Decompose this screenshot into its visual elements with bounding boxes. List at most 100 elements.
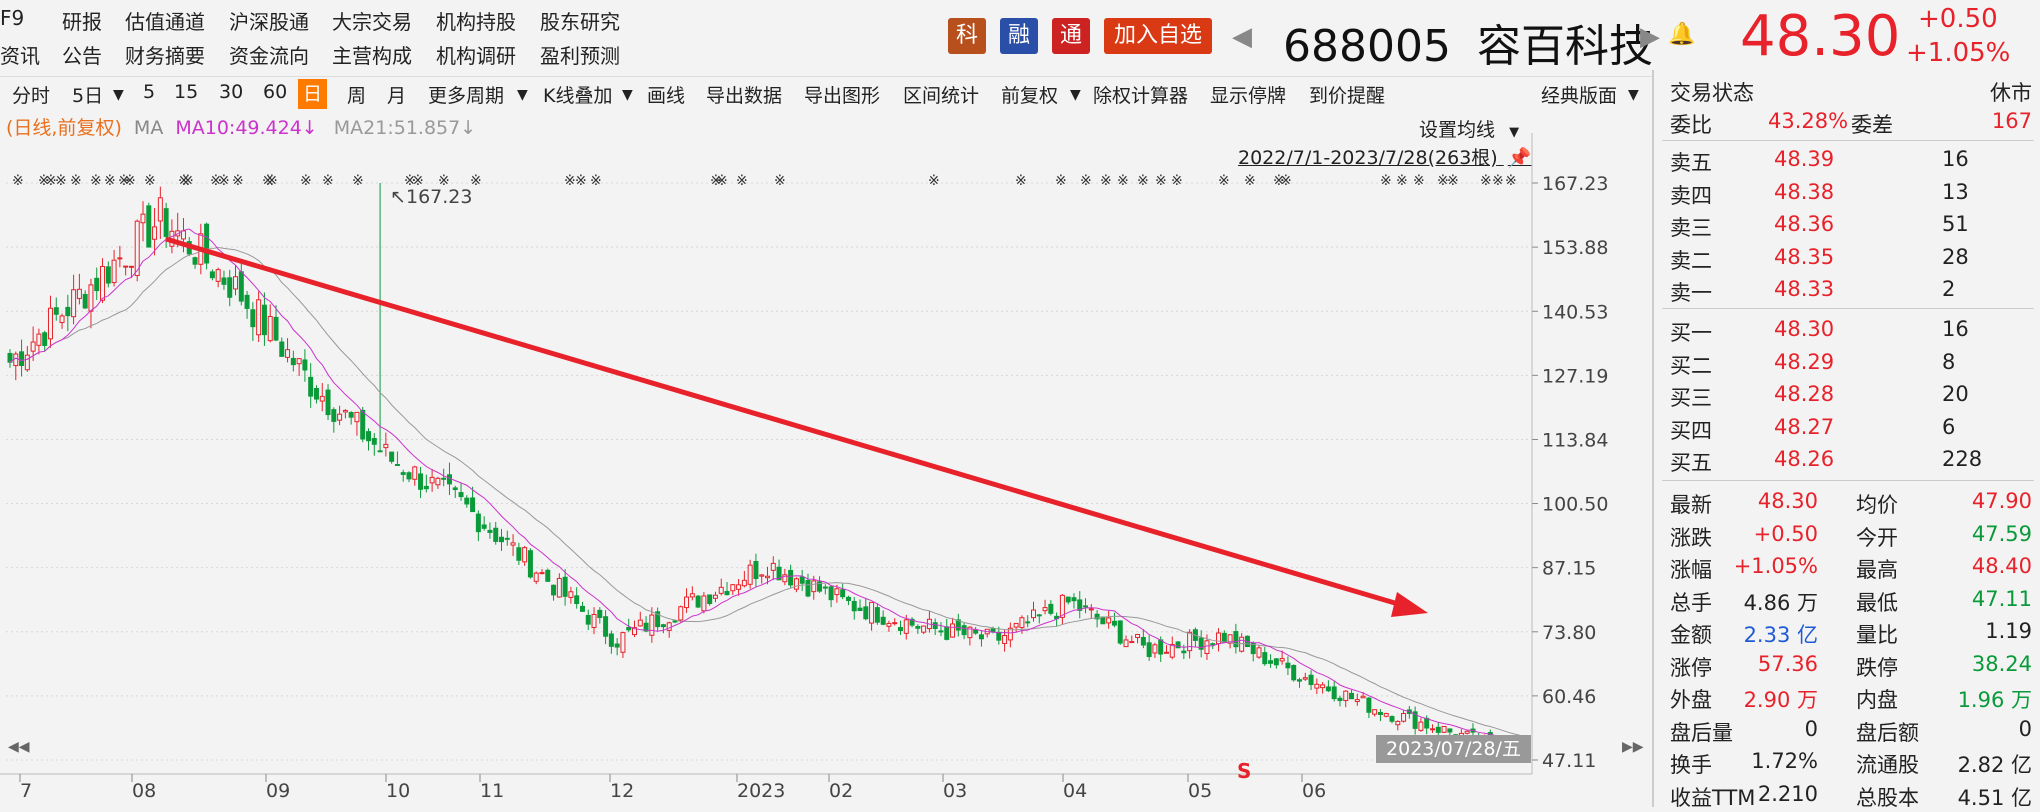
candle-body	[1169, 644, 1175, 658]
candle-body	[539, 572, 545, 575]
scroll-left-icon[interactable]: ◀◀	[8, 739, 30, 755]
nav-hk-connect[interactable]: 沪深股通	[229, 6, 309, 35]
draw-line-button[interactable]: 画线	[647, 81, 685, 108]
nav-fund-flow[interactable]: 资金流向	[229, 40, 309, 69]
candle-body	[689, 593, 695, 598]
candle-body	[1048, 603, 1054, 614]
connect-tag[interactable]: 通	[1052, 18, 1090, 54]
nav-inst-research[interactable]: 机构调研	[436, 40, 516, 69]
candle-body	[227, 277, 233, 298]
prev-stock-icon[interactable]: ◀	[1232, 22, 1252, 52]
nav-f9[interactable]: F9	[0, 6, 24, 30]
chevron-down-icon[interactable]: ▼	[622, 87, 633, 103]
stat-value: 48.40	[1971, 554, 2032, 578]
trade-status-value: 休市	[1990, 81, 2032, 105]
date-range-label[interactable]: 2022/7/1-2023/7/28(263根) 📌	[1238, 143, 1531, 170]
ask-row: 卖一 48.33 2	[1654, 274, 2040, 306]
price-alert-button[interactable]: 到价提醒	[1309, 81, 1385, 108]
stat-value: 1.96 万	[1957, 688, 2032, 712]
tab-monthly[interactable]: 月	[387, 81, 406, 108]
nav-block-trade[interactable]: 大宗交易	[332, 6, 412, 35]
candle-body	[736, 584, 742, 590]
add-watchlist-button[interactable]: 加入自选	[1104, 18, 1212, 54]
tab-15min[interactable]: 15	[174, 81, 198, 103]
tab-5day[interactable]: 5日	[72, 81, 103, 108]
stat-value: 2.210	[1757, 781, 1818, 806]
chevron-down-icon[interactable]: ▼	[113, 87, 124, 103]
candle-body	[285, 349, 291, 358]
event-marker-icon: ※	[1396, 173, 1408, 189]
candle-body	[1065, 596, 1071, 603]
candle-body	[556, 577, 562, 598]
candle-body	[418, 473, 424, 490]
legend-mode: (日线,前复权)	[6, 117, 122, 139]
candle-body	[626, 626, 632, 631]
bell-icon[interactable]: 🔔	[1668, 22, 1695, 47]
legend-ma21: MA21:51.857↓	[333, 117, 477, 139]
tab-30min[interactable]: 30	[219, 81, 243, 103]
candle-body	[204, 223, 210, 264]
nav-research[interactable]: 研报	[62, 6, 102, 35]
nav-announcement[interactable]: 公告	[62, 40, 102, 69]
nav-shareholder[interactable]: 股东研究	[540, 6, 620, 35]
candle-body	[47, 307, 53, 340]
next-stock-icon[interactable]: ▶	[1640, 22, 1660, 52]
candle-body	[753, 560, 759, 580]
tab-5min[interactable]: 5	[143, 81, 155, 103]
ma-setting-button[interactable]: 设置均线 ▼	[1419, 115, 1519, 142]
nav-financial[interactable]: 财务摘要	[125, 40, 205, 69]
candle-body	[1325, 686, 1331, 692]
candle-body	[1302, 677, 1308, 680]
forward-adjust-menu[interactable]: 前复权	[1001, 81, 1058, 108]
candle-body	[973, 629, 979, 634]
candle-body	[799, 576, 805, 584]
export-data-button[interactable]: 导出数据	[706, 81, 782, 108]
event-marker-icon: ※	[1137, 173, 1149, 189]
event-marker-icon: ※	[218, 173, 230, 189]
chevron-down-icon[interactable]: ▼	[517, 87, 528, 103]
chevron-down-icon[interactable]: ▼	[1628, 87, 1639, 103]
kline-chart[interactable]: 167.23 153.88 140.53 127.19 113.84 100.50 87.1…	[0, 113, 1652, 807]
event-marker-icon: ※	[300, 173, 312, 189]
export-image-button[interactable]: 导出图形	[804, 81, 880, 108]
tab-intraday[interactable]: 分时	[12, 81, 50, 108]
tab-daily[interactable]: 日	[298, 79, 328, 109]
margin-tag[interactable]: 融	[1000, 18, 1038, 54]
candle-body	[1163, 651, 1169, 654]
candle-body	[1117, 620, 1123, 644]
stat-row: 涨停 57.36 跌停 38.24	[1654, 649, 2040, 681]
show-suspension-button[interactable]: 显示停牌	[1210, 81, 1286, 108]
candle-body	[371, 438, 377, 445]
tab-60min[interactable]: 60	[263, 81, 287, 103]
pin-icon[interactable]: 📌	[1508, 147, 1532, 169]
scroll-right-icon[interactable]: ▶▶	[1622, 739, 1644, 755]
kline-svg[interactable]: 167.23 153.88 140.53 127.19 113.84 100.50 87.1…	[0, 113, 1652, 807]
stat-label: 流通股	[1856, 753, 1919, 777]
candle-body	[117, 257, 123, 260]
event-marker-icon: ※	[1413, 173, 1425, 189]
star-market-tag[interactable]: 科	[948, 18, 986, 54]
candle-body	[608, 633, 614, 647]
range-stats-button[interactable]: 区间统计	[903, 81, 979, 108]
nav-forecast[interactable]: 盈利预测	[540, 40, 620, 69]
layout-mode-menu[interactable]: 经典版面	[1541, 81, 1617, 108]
bid-volume: 16	[1942, 317, 1969, 341]
stat-value: 38.24	[1971, 651, 2032, 676]
ask-price: 48.38	[1774, 179, 1835, 204]
more-periods-menu[interactable]: 更多周期	[428, 81, 504, 108]
nav-inst-holding[interactable]: 机构持股	[436, 6, 516, 35]
chevron-down-icon[interactable]: ▼	[1070, 87, 1081, 103]
candle-body	[770, 562, 776, 571]
nav-valuation[interactable]: 估值通道	[125, 6, 205, 35]
tab-weekly[interactable]: 周	[347, 81, 366, 108]
kline-overlay-menu[interactable]: K线叠加	[543, 81, 612, 108]
nav-news[interactable]: 资讯	[0, 40, 40, 69]
nav-business[interactable]: 主营构成	[332, 40, 412, 69]
candle-body	[620, 632, 626, 653]
bid-label: 买三	[1670, 386, 1712, 410]
ex-rights-calc-button[interactable]: 除权计算器	[1093, 81, 1188, 108]
event-marker-icon: ※	[124, 173, 136, 189]
candle-body	[718, 586, 724, 594]
stat-label: 最低	[1856, 590, 1898, 615]
candle-body	[666, 622, 672, 631]
